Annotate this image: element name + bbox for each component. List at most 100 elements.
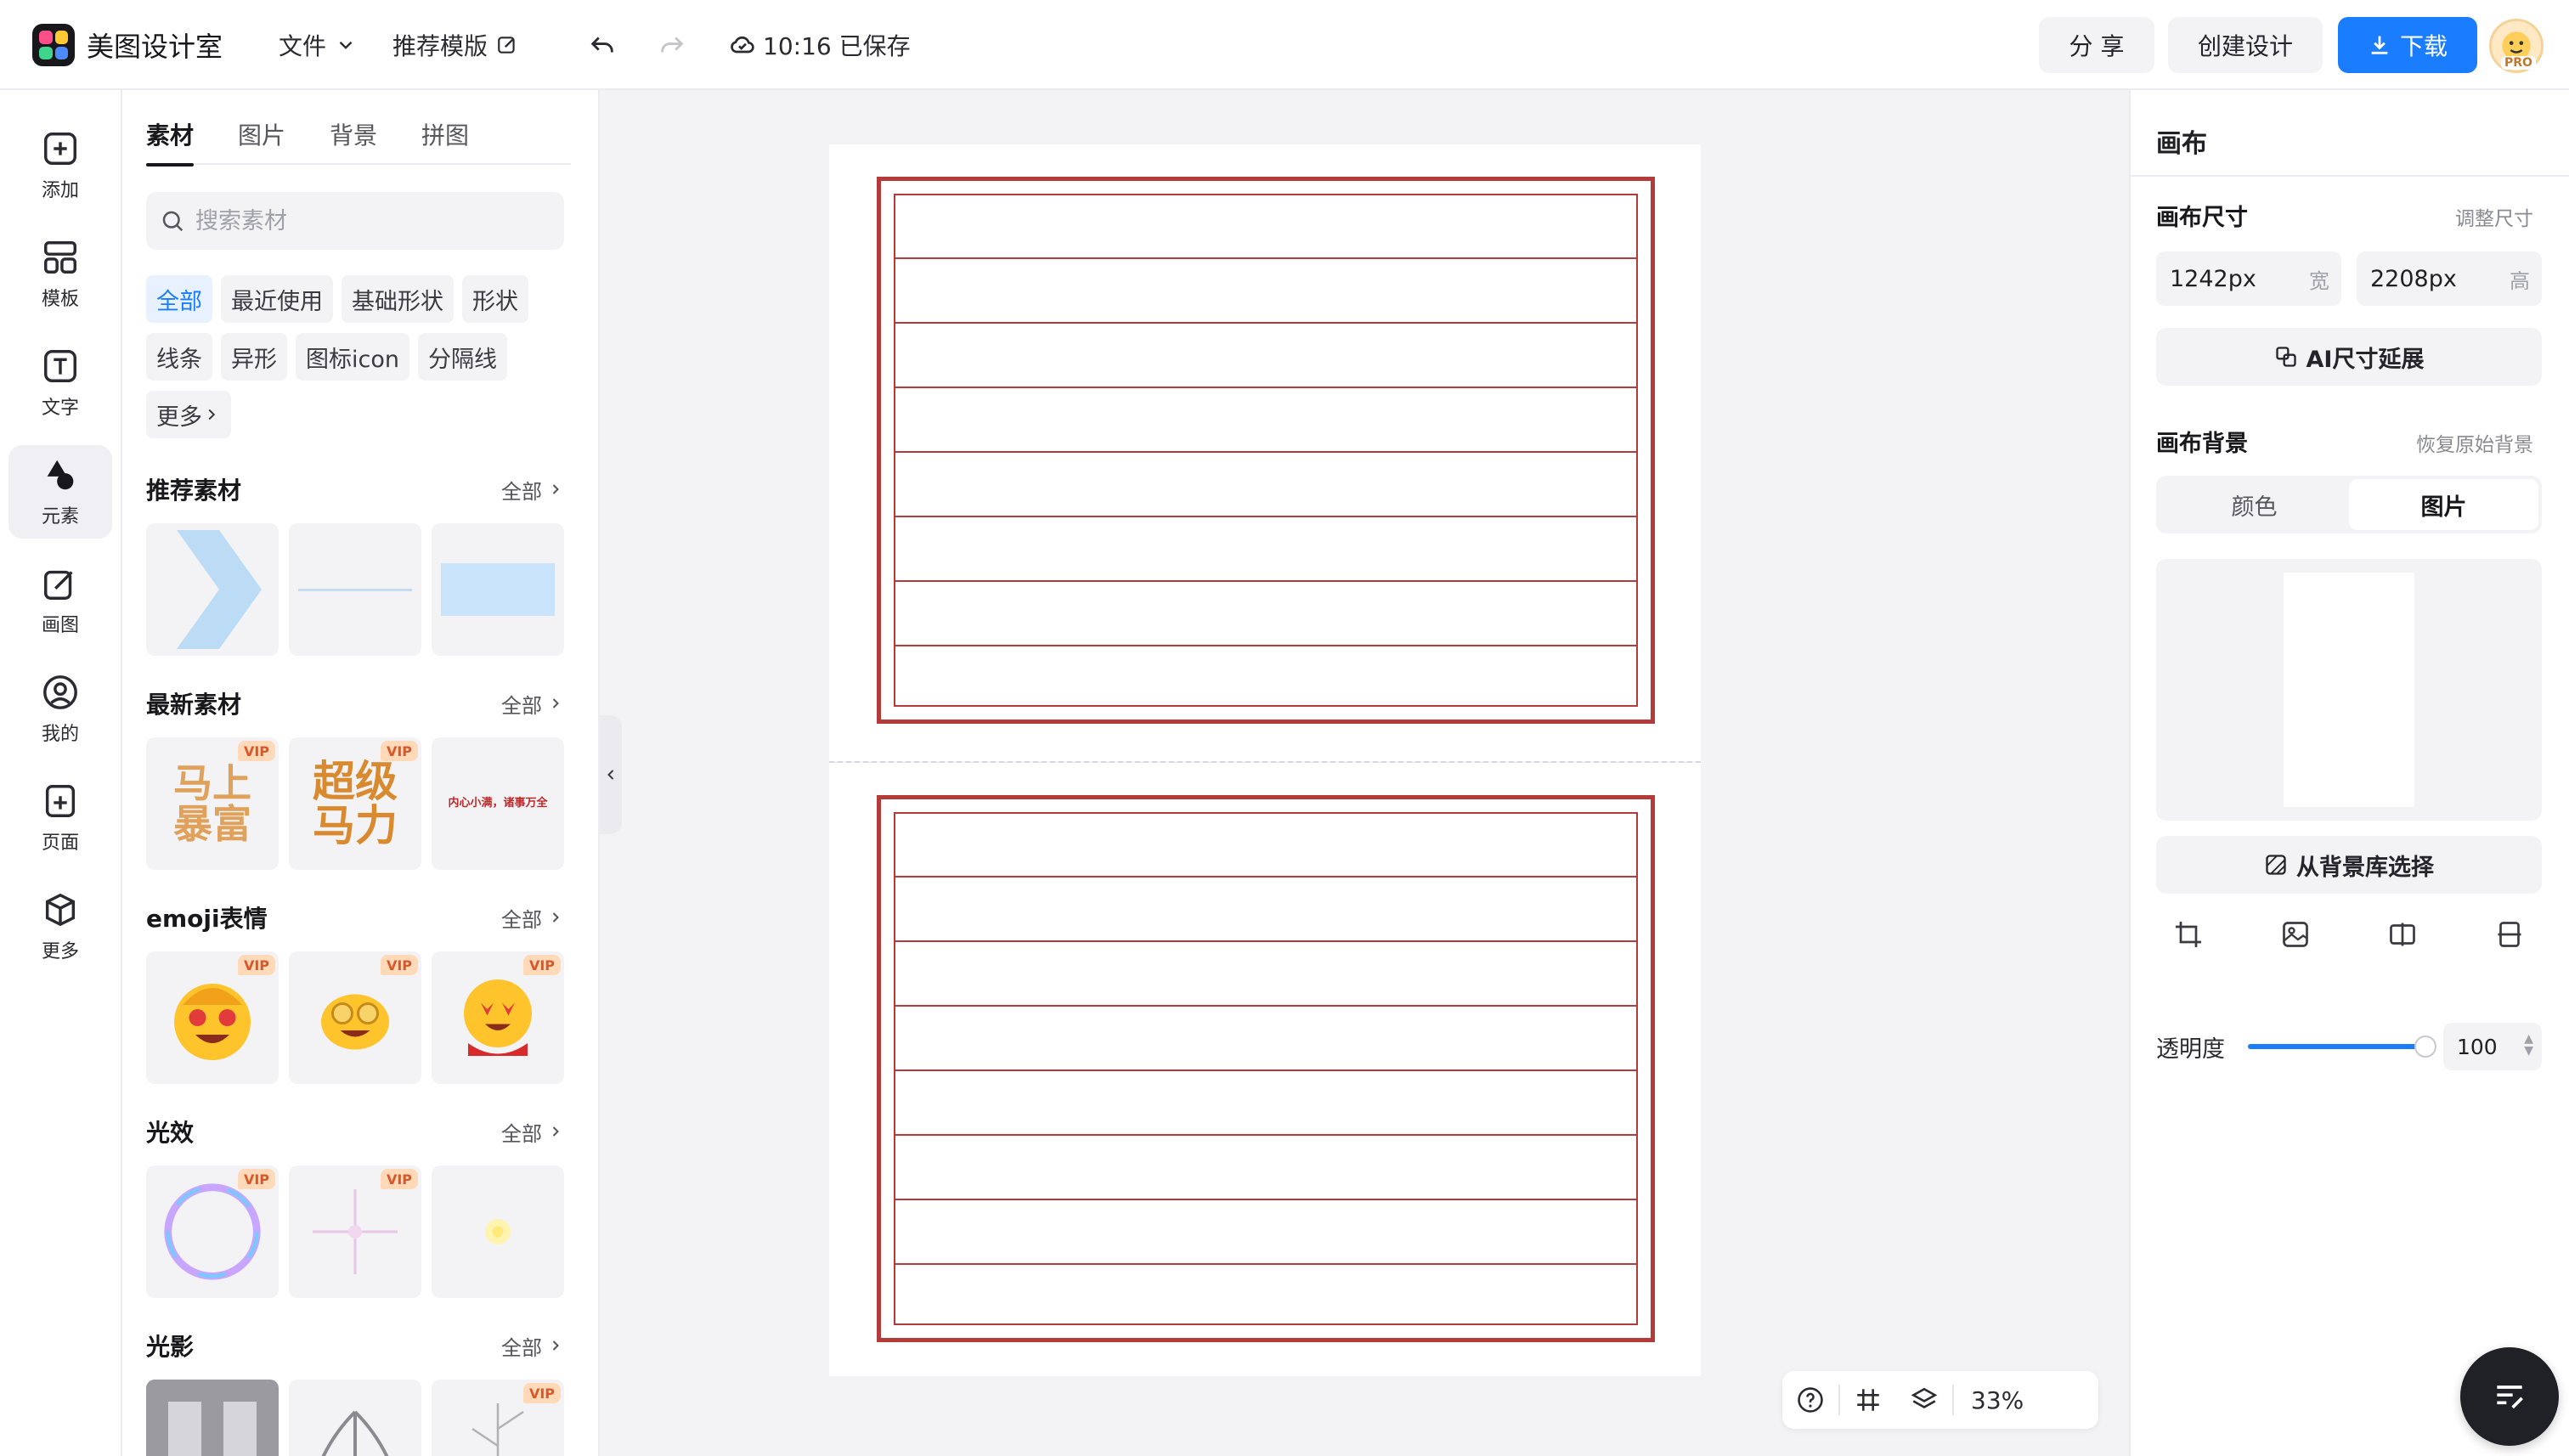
- chip-lines[interactable]: 线条: [146, 333, 212, 381]
- tab-collage[interactable]: 拼图: [421, 117, 469, 165]
- help-button[interactable]: [1782, 1371, 1838, 1429]
- chevron-right-icon: [552, 1340, 559, 1351]
- assistant-fab-button[interactable]: [2460, 1347, 2559, 1446]
- chip-icons[interactable]: 图标icon: [296, 333, 409, 381]
- rail-item-mine[interactable]: 我的: [8, 663, 112, 756]
- background-preview[interactable]: [2156, 559, 2542, 821]
- material-window-shadow[interactable]: [146, 1380, 279, 1456]
- opacity-slider[interactable]: [2248, 1036, 2436, 1058]
- share-button[interactable]: 分 享: [2039, 17, 2154, 73]
- ruled-line: [895, 940, 1636, 942]
- material-emoji-heart-eyes[interactable]: VIP: [432, 951, 564, 1084]
- section-title: emoji表情: [146, 905, 268, 933]
- rail-item-template[interactable]: 模板: [8, 228, 112, 321]
- chip-basic-shapes[interactable]: 基础形状: [342, 275, 454, 323]
- rail-item-draw[interactable]: 画图: [8, 554, 112, 647]
- ai-size-extend-label: AI尺寸延展: [2306, 346, 2425, 373]
- rail-item-elements[interactable]: 元素: [8, 445, 112, 539]
- redo-icon: [661, 37, 684, 53]
- section-emoji: emoji表情 全部 VIP VIP VIP: [146, 900, 564, 1084]
- file-menu[interactable]: 文件: [279, 25, 357, 65]
- opacity-label: 透明度: [2156, 1036, 2225, 1063]
- section-all-link[interactable]: 全部: [501, 689, 564, 719]
- lined-sheet-2[interactable]: [877, 795, 1655, 1342]
- material-super-power-text-art[interactable]: 超级 马力 VIP: [289, 737, 421, 870]
- material-sparkle[interactable]: VIP: [289, 1165, 421, 1298]
- stepper-icon[interactable]: ▲ ▼: [2524, 1033, 2533, 1057]
- choose-from-library-label: 从背景库选择: [2296, 854, 2434, 881]
- tab-background-color[interactable]: 颜色: [2160, 479, 2349, 530]
- material-tabs: 素材 图片 背景 拼图: [146, 117, 571, 166]
- undo-button[interactable]: [583, 25, 622, 65]
- material-rectangle[interactable]: [432, 523, 564, 656]
- material-rich-text-art[interactable]: 马上 暴富 VIP: [146, 737, 279, 870]
- chip-irregular[interactable]: 异形: [221, 333, 287, 381]
- chip-all[interactable]: 全部: [146, 275, 212, 323]
- create-design-button[interactable]: 创建设计: [2168, 17, 2323, 73]
- redo-button[interactable]: [652, 25, 692, 65]
- ruled-line: [895, 645, 1636, 646]
- material-emoji-coin-eyes[interactable]: VIP: [289, 951, 421, 1084]
- chip-dividers[interactable]: 分隔线: [417, 333, 507, 381]
- download-button[interactable]: 下载: [2338, 17, 2477, 73]
- rail-item-label: 模板: [41, 289, 79, 310]
- pages-icon: [45, 785, 76, 817]
- material-branch-shadow[interactable]: VIP: [432, 1380, 564, 1456]
- restore-background-link[interactable]: 恢复原始背景: [2416, 428, 2533, 457]
- section-all-link[interactable]: 全部: [501, 903, 564, 933]
- canvas-height-field[interactable]: 2208px 高: [2357, 251, 2542, 306]
- material-slogan-text-art[interactable]: 内心小满，诸事万全: [432, 737, 564, 870]
- replace-image-icon[interactable]: [2280, 919, 2311, 950]
- ruled-line: [895, 516, 1636, 517]
- chip-shapes[interactable]: 形状: [462, 275, 528, 323]
- tab-backgrounds[interactable]: 背景: [330, 117, 377, 165]
- tab-images[interactable]: 图片: [238, 117, 285, 165]
- top-bar: 美图设计室 文件 推荐模版 10:16 已保存 分 享 创建设计 下载 PRO: [0, 0, 2569, 90]
- choose-from-library-button[interactable]: 从背景库选择: [2156, 836, 2542, 894]
- section-all-link[interactable]: 全部: [501, 1331, 564, 1361]
- rail-item-pages[interactable]: 页面: [8, 771, 112, 865]
- section-all-label: 全部: [501, 1121, 542, 1146]
- recommend-template-button[interactable]: 推荐模版: [392, 25, 518, 65]
- rail-item-text[interactable]: 文字: [8, 336, 112, 430]
- rail-item-add[interactable]: 添加: [8, 119, 112, 212]
- section-all-link[interactable]: 全部: [501, 1117, 564, 1147]
- section-title: 光效: [146, 1119, 195, 1147]
- tab-background-image[interactable]: 图片: [2349, 479, 2538, 530]
- download-icon: [2371, 36, 2388, 54]
- layers-button[interactable]: [1896, 1371, 1952, 1429]
- flip-vertical-icon[interactable]: [2494, 919, 2525, 950]
- search-input[interactable]: [195, 207, 552, 234]
- flip-horizontal-icon[interactable]: [2387, 919, 2418, 950]
- material-glow[interactable]: [432, 1165, 564, 1298]
- section-all-link[interactable]: 全部: [501, 475, 564, 505]
- resize-link[interactable]: 调整尺寸: [2455, 202, 2533, 231]
- tab-material[interactable]: 素材: [146, 117, 195, 166]
- material-emoji-money-hat[interactable]: VIP: [146, 951, 279, 1084]
- material-rainbow-ring[interactable]: VIP: [146, 1165, 279, 1298]
- crop-icon[interactable]: [2173, 919, 2204, 950]
- search-box[interactable]: [146, 192, 564, 250]
- canvas-height-value: 2208px: [2370, 265, 2457, 292]
- box-icon: [45, 893, 76, 927]
- chip-recent[interactable]: 最近使用: [221, 275, 333, 323]
- brand[interactable]: 美图设计室: [32, 24, 223, 66]
- ruled-line: [895, 257, 1636, 259]
- canvas-width-field[interactable]: 1242px 宽: [2156, 251, 2341, 306]
- material-palm-shadow[interactable]: [289, 1380, 421, 1456]
- rail-item-more[interactable]: 更多: [8, 880, 112, 973]
- zoom-level[interactable]: 33%: [1971, 1386, 2024, 1414]
- canvas-properties-panel: 画布 画布尺寸 调整尺寸 1242px 宽 2208px 高 AI尺寸延展 画布…: [2129, 90, 2569, 1456]
- material-chevron-shape[interactable]: [146, 523, 279, 656]
- ai-size-extend-button[interactable]: AI尺寸延展: [2156, 328, 2542, 386]
- opacity-input[interactable]: 100 ▲ ▼: [2443, 1023, 2542, 1070]
- lined-sheet-1[interactable]: [877, 177, 1655, 724]
- opacity-slider-handle[interactable]: [2414, 1036, 2436, 1058]
- chip-more-label: 更多: [156, 404, 202, 431]
- material-line[interactable]: [289, 523, 421, 656]
- ruled-line: [895, 1263, 1636, 1265]
- vip-badge: VIP: [522, 1383, 561, 1403]
- chip-more[interactable]: 更多: [146, 391, 231, 438]
- grid-button[interactable]: [1840, 1371, 1896, 1429]
- vip-badge: VIP: [522, 955, 561, 975]
